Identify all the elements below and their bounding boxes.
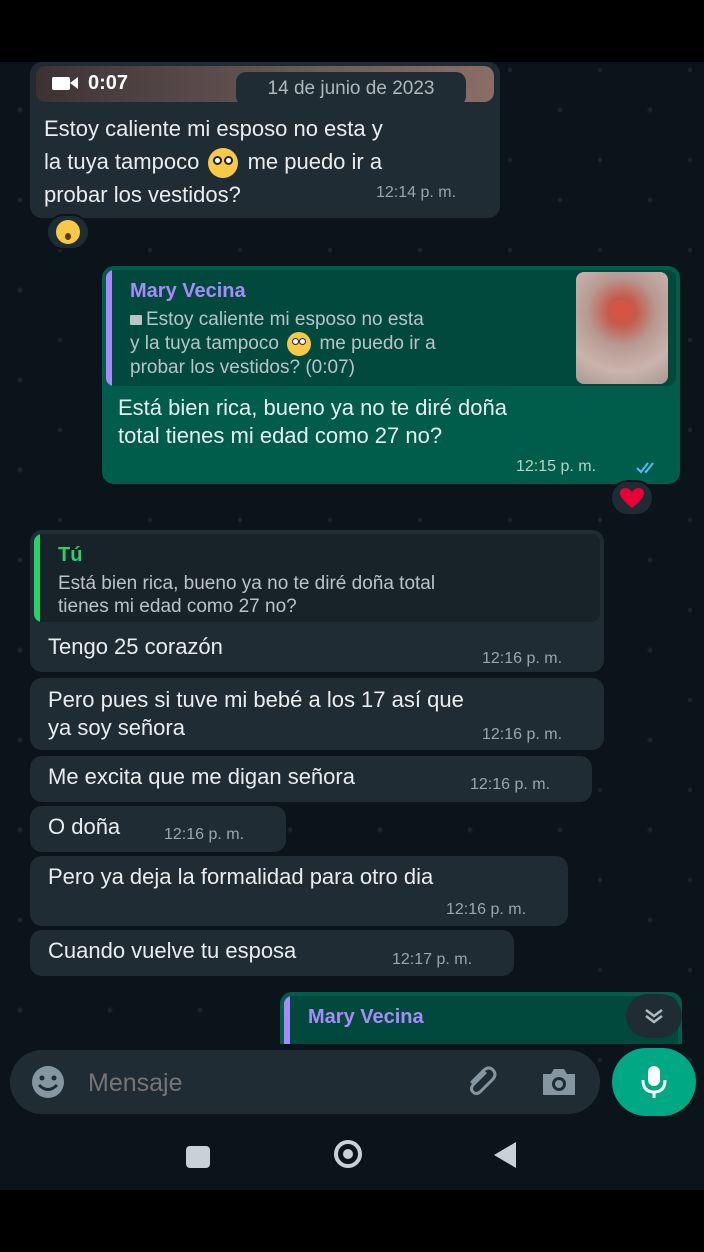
scroll-down-icon <box>645 1009 663 1024</box>
message-input-bar[interactable] <box>10 1050 600 1114</box>
quote-text: Estoy caliente mi esposo no esta y la tu… <box>130 309 436 379</box>
flushed-face-icon <box>208 148 239 179</box>
surprised-face-icon <box>56 220 80 244</box>
message-text: Está bien rica, bueno ya no te diré doña… <box>118 395 507 448</box>
message-text: Pero ya deja la formalidad para otro dia <box>48 864 434 889</box>
quote-thumbnail <box>576 272 668 384</box>
message-text: O doña <box>48 814 121 839</box>
quoted-message[interactable]: Tú Está bien rica, bueno ya no te diré d… <box>34 534 600 622</box>
camera-icon[interactable] <box>540 1066 578 1098</box>
date-chip: 14 de junio de 2023 <box>236 72 466 106</box>
quote-bar <box>34 534 40 622</box>
double-check-icon <box>636 462 654 474</box>
message-input[interactable] <box>86 1062 450 1104</box>
video-duration: 0:07 <box>88 72 129 94</box>
emoji-icon[interactable] <box>30 1064 66 1100</box>
attach-icon[interactable] <box>462 1062 502 1102</box>
voice-record-button[interactable] <box>612 1048 696 1116</box>
quote-bar <box>284 996 290 1044</box>
reaction-badge[interactable] <box>46 214 90 250</box>
heart-icon <box>620 488 644 508</box>
quote-author: Mary Vecina <box>308 1006 424 1028</box>
message-time: 12:16 p. m. <box>164 826 245 843</box>
back-nav-icon[interactable] <box>494 1142 516 1168</box>
flushed-face-icon <box>287 332 312 356</box>
scroll-down-button[interactable] <box>626 994 682 1038</box>
status-bar <box>0 0 704 62</box>
home-nav-icon[interactable] <box>334 1140 362 1168</box>
quoted-message[interactable]: Mary Vecina <box>284 996 678 1044</box>
quoted-message[interactable]: Mary Vecina Estoy caliente mi esposo no … <box>106 270 676 386</box>
bottom-bezel <box>0 1190 704 1252</box>
message-text: Cuando vuelve tu esposa <box>48 938 297 963</box>
message-time: 12:16 p. m. <box>446 901 527 918</box>
mic-icon <box>641 1066 667 1098</box>
video-icon <box>130 315 142 325</box>
message-time: 12:16 p. m. <box>470 776 551 793</box>
quote-author: Mary Vecina <box>130 280 246 302</box>
video-icon <box>52 77 70 90</box>
quote-author: Tú <box>58 544 83 566</box>
message-text: Pero pues si tuve mi bebé a los 17 así q… <box>48 687 464 740</box>
message-text: Tengo 25 corazón <box>48 634 223 659</box>
message-time: 12:16 p. m. <box>482 650 563 667</box>
message-text: Me excita que me digan señora <box>48 764 355 789</box>
square-nav-icon[interactable] <box>186 1146 210 1168</box>
message-time: 12:15 p. m. <box>516 458 597 475</box>
video-icon-lens <box>70 77 78 89</box>
message-time: 12:16 p. m. <box>482 726 563 743</box>
quote-text: Está bien rica, bueno ya no te diré doña… <box>58 573 436 617</box>
quote-bar <box>106 270 112 386</box>
reaction-badge[interactable] <box>610 480 654 516</box>
system-nav-bar <box>0 1120 704 1190</box>
message-time: 12:17 p. m. <box>392 951 473 968</box>
message-time: 12:14 p. m. <box>376 184 457 201</box>
